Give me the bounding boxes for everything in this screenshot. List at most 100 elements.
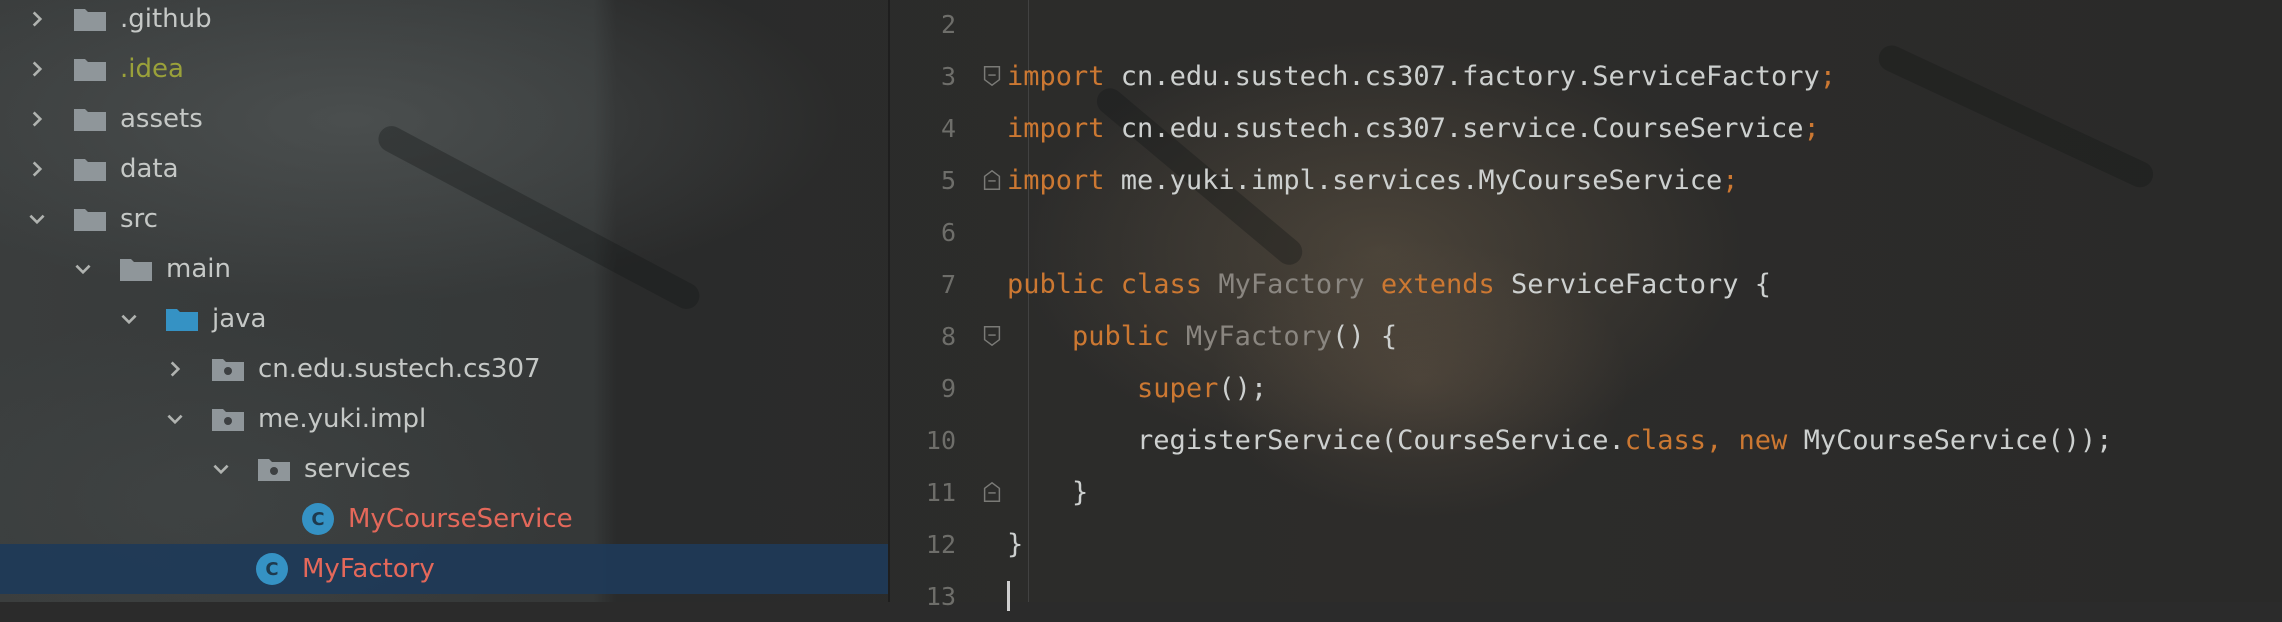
chevron-right-icon[interactable] <box>22 4 52 34</box>
semicolon: ; <box>1819 60 1837 92</box>
code-line[interactable]: 4 import cn.edu.sustech.cs307.service.Co… <box>890 102 2282 154</box>
chevron-down-icon[interactable] <box>114 304 144 334</box>
keyword: import <box>1007 164 1105 196</box>
folder-icon <box>74 159 106 181</box>
code-line[interactable]: 10 registerService(CourseService. class, … <box>890 414 2282 466</box>
line-number: 2 <box>940 9 956 39</box>
keyword: public class <box>1007 268 1203 300</box>
line-number: 11 <box>925 477 956 507</box>
keyword: extends <box>1380 268 1495 300</box>
code-text: (); <box>1218 372 1268 404</box>
closing-brace: } <box>1007 528 1024 560</box>
line-number: 4 <box>940 113 956 143</box>
package-icon <box>258 459 290 481</box>
folder-icon <box>74 109 106 131</box>
keyword: public <box>1072 320 1170 352</box>
tree-item-assets[interactable]: assets <box>0 94 888 144</box>
text-caret <box>1007 581 1010 611</box>
tree-item-class-myfactory[interactable]: C MyFactory <box>0 544 888 594</box>
line-number: 6 <box>940 217 956 247</box>
comma: , <box>1706 424 1723 456</box>
folder-icon <box>74 9 106 31</box>
code-line[interactable]: 6 <box>890 206 2282 258</box>
code-line[interactable]: 11 } <box>890 466 2282 518</box>
keyword: class <box>1624 424 1706 456</box>
code-text: registerService(CourseService. <box>1137 424 1625 456</box>
code-line[interactable]: 5 import me.yuki.impl.services.MyCourseS… <box>890 154 2282 206</box>
import-path: me.yuki.impl.services.MyCourseService <box>1104 164 1723 196</box>
tree-item-label: MyFactory <box>302 554 435 584</box>
constructor-name: MyFactory <box>1185 320 1333 352</box>
tree-item-package-services[interactable]: services <box>0 444 888 494</box>
code-text: ServiceFactory { <box>1494 268 1772 300</box>
tree-item-package-cs307[interactable]: cn.edu.sustech.cs307 <box>0 344 888 394</box>
line-number: 9 <box>940 373 956 403</box>
code-line[interactable]: 9 super (); <box>890 362 2282 414</box>
tree-item-label: src <box>120 204 158 234</box>
chevron-right-icon[interactable] <box>160 354 190 384</box>
tree-item-data[interactable]: data <box>0 144 888 194</box>
import-path: cn.edu.sustech.cs307.factory.ServiceFact… <box>1104 60 1820 92</box>
keyword: super <box>1137 372 1219 404</box>
line-number: 10 <box>925 425 956 455</box>
tree-item-label: .github <box>120 4 212 34</box>
tree-item-java[interactable]: java <box>0 294 888 344</box>
code-text: MyCourseService()); <box>1787 424 2113 456</box>
semicolon: ; <box>1722 164 1739 196</box>
tree-item-package-impl[interactable]: me.yuki.impl <box>0 394 888 444</box>
chevron-down-icon[interactable] <box>22 204 52 234</box>
fold-open-icon[interactable] <box>979 63 1005 89</box>
tree-item-label: me.yuki.impl <box>258 404 427 434</box>
keyword: import <box>1007 60 1105 92</box>
line-number: 8 <box>940 321 956 351</box>
class-icon: C <box>256 553 288 585</box>
code-editor[interactable]: 2 3 import cn.edu.sustech.cs307.factory.… <box>890 0 2282 611</box>
package-icon <box>212 359 244 381</box>
line-number: 7 <box>940 269 956 299</box>
folder-icon <box>74 59 106 81</box>
chevron-right-icon[interactable] <box>22 154 52 184</box>
project-tree: .github .idea assets data src main java <box>0 0 888 602</box>
chevron-down-icon[interactable] <box>206 454 236 484</box>
fold-open-icon[interactable] <box>979 323 1005 349</box>
keyword: new <box>1738 424 1788 456</box>
package-icon <box>212 409 244 431</box>
class-name: MyFactory <box>1218 268 1365 300</box>
tree-item-label: .idea <box>120 54 184 84</box>
code-line[interactable]: 12 } <box>890 518 2282 570</box>
tree-item-label: cn.edu.sustech.cs307 <box>258 354 541 384</box>
tree-item-github[interactable]: .github <box>0 0 888 44</box>
tree-item-class-mycourseservice[interactable]: C MyCourseService <box>0 494 888 544</box>
code-line[interactable]: 7 public class MyFactory extends Service… <box>890 258 2282 310</box>
code-line[interactable]: 3 import cn.edu.sustech.cs307.factory.Se… <box>890 50 2282 102</box>
chevron-right-icon[interactable] <box>22 104 52 134</box>
line-number: 12 <box>925 529 956 559</box>
tree-item-label: services <box>304 454 411 484</box>
closing-brace: } <box>1072 476 1089 508</box>
tree-item-label: MyCourseService <box>348 504 573 534</box>
code-line[interactable]: 8 public MyFactory() { <box>890 310 2282 362</box>
tree-item-label: data <box>120 154 179 184</box>
tree-item-idea[interactable]: .idea <box>0 44 888 94</box>
folder-icon <box>120 259 152 281</box>
folder-icon <box>74 209 106 231</box>
tree-item-src[interactable]: src <box>0 194 888 244</box>
fold-close-icon[interactable] <box>979 167 1005 193</box>
source-folder-icon <box>166 309 198 331</box>
chevron-down-icon[interactable] <box>160 404 190 434</box>
line-number: 5 <box>940 165 956 195</box>
tree-item-label: assets <box>120 104 203 134</box>
chevron-right-icon[interactable] <box>22 54 52 84</box>
code-line[interactable]: 13 <box>890 570 2282 622</box>
code-line[interactable]: 2 <box>890 0 2282 50</box>
tree-item-label: java <box>212 304 267 334</box>
fold-close-icon[interactable] <box>979 479 1005 505</box>
tree-item-label: main <box>166 254 231 284</box>
semicolon: ; <box>1803 112 1820 144</box>
keyword: import <box>1007 112 1105 144</box>
chevron-down-icon[interactable] <box>68 254 98 284</box>
tree-item-main[interactable]: main <box>0 244 888 294</box>
code-text: () { <box>1332 320 1398 352</box>
line-number: 13 <box>925 581 956 611</box>
import-path: cn.edu.sustech.cs307.service.CourseServi… <box>1104 112 1804 144</box>
